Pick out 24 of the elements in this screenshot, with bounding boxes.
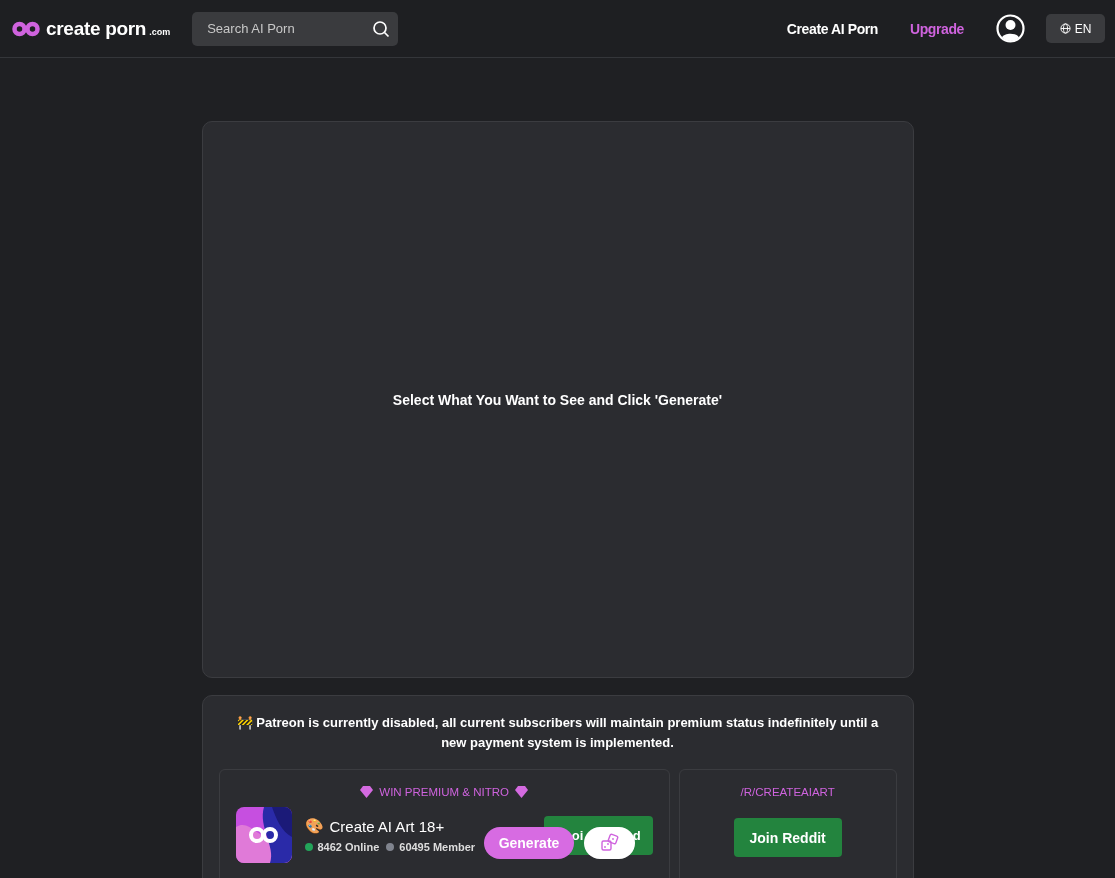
search-icon[interactable] [372, 19, 391, 38]
members-dot [386, 843, 395, 851]
logo-wordmark[interactable]: create porn [46, 17, 147, 40]
server-name: Create AI Art 18+ [329, 817, 445, 835]
members-count: 60495 Member [399, 841, 476, 853]
online-count: 8462 Online [317, 841, 380, 853]
upgrade-link[interactable]: Upgrade [910, 20, 964, 37]
language-button[interactable]: EN [1046, 14, 1105, 43]
dice-icon [599, 833, 620, 853]
palette-emoji: 🎨 [304, 817, 324, 835]
online-dot [304, 843, 313, 851]
logo-suffix[interactable]: .com [149, 26, 171, 37]
search-field[interactable]: Search AI Porn [192, 11, 399, 46]
join-reddit-button[interactable]: Join Reddit [733, 818, 842, 857]
reddit-heading: /R/CREATEAIART [740, 786, 835, 798]
promo-heading: WIN PREMIUM & NITRO [379, 786, 509, 798]
diamond-icon [360, 786, 374, 798]
logo-icon [12, 20, 40, 37]
globe-icon [1059, 23, 1071, 34]
nav-link[interactable]: Create AI Porn [786, 20, 878, 37]
canvas-message: Select What You Want to See and Click 'Generate' [392, 391, 723, 408]
notice-text: 🚧 Patreon is currently disabled, all current subscribers will maintain premium status indefinitely until a new payment system is implemented. [235, 714, 880, 752]
user-avatar-icon[interactable] [996, 14, 1025, 43]
diamond-icon [515, 786, 528, 798]
